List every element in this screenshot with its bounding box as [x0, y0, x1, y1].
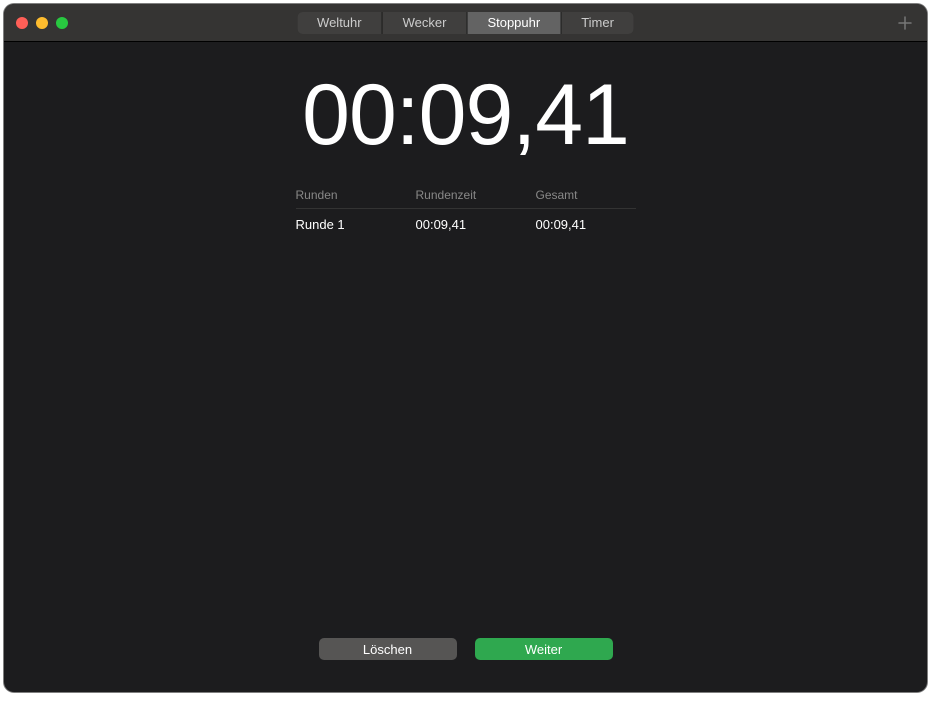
titlebar: Weltuhr Wecker Stoppuhr Timer: [4, 4, 927, 42]
tab-timer[interactable]: Timer: [561, 12, 634, 34]
table-row: Runde 1 00:09,41 00:09,41: [296, 209, 636, 240]
lap-name: Runde 1: [296, 217, 416, 232]
laps-table: Runden Rundenzeit Gesamt Runde 1 00:09,4…: [296, 188, 636, 240]
minimize-icon[interactable]: [36, 17, 48, 29]
fullscreen-icon[interactable]: [56, 17, 68, 29]
tab-stopwatch[interactable]: Stoppuhr: [467, 12, 561, 34]
add-icon[interactable]: [895, 13, 915, 33]
app-window: Weltuhr Wecker Stoppuhr Timer 00:09,41 R…: [4, 4, 927, 692]
clear-button[interactable]: Löschen: [319, 638, 457, 660]
time-display: 00:09,41: [302, 72, 629, 158]
tab-bar: Weltuhr Wecker Stoppuhr Timer: [297, 12, 634, 34]
header-laptime: Rundenzeit: [416, 188, 536, 202]
laps-header: Runden Rundenzeit Gesamt: [296, 188, 636, 209]
stopwatch-content: 00:09,41 Runden Rundenzeit Gesamt Runde …: [4, 42, 927, 692]
close-icon[interactable]: [16, 17, 28, 29]
lap-total: 00:09,41: [536, 217, 636, 232]
tab-worldclock[interactable]: Weltuhr: [297, 12, 383, 34]
tab-alarm[interactable]: Wecker: [383, 12, 468, 34]
header-lap: Runden: [296, 188, 416, 202]
footer-controls: Löschen Weiter: [4, 638, 927, 660]
lap-time: 00:09,41: [416, 217, 536, 232]
window-controls: [16, 17, 68, 29]
resume-button[interactable]: Weiter: [475, 638, 613, 660]
header-total: Gesamt: [536, 188, 636, 202]
